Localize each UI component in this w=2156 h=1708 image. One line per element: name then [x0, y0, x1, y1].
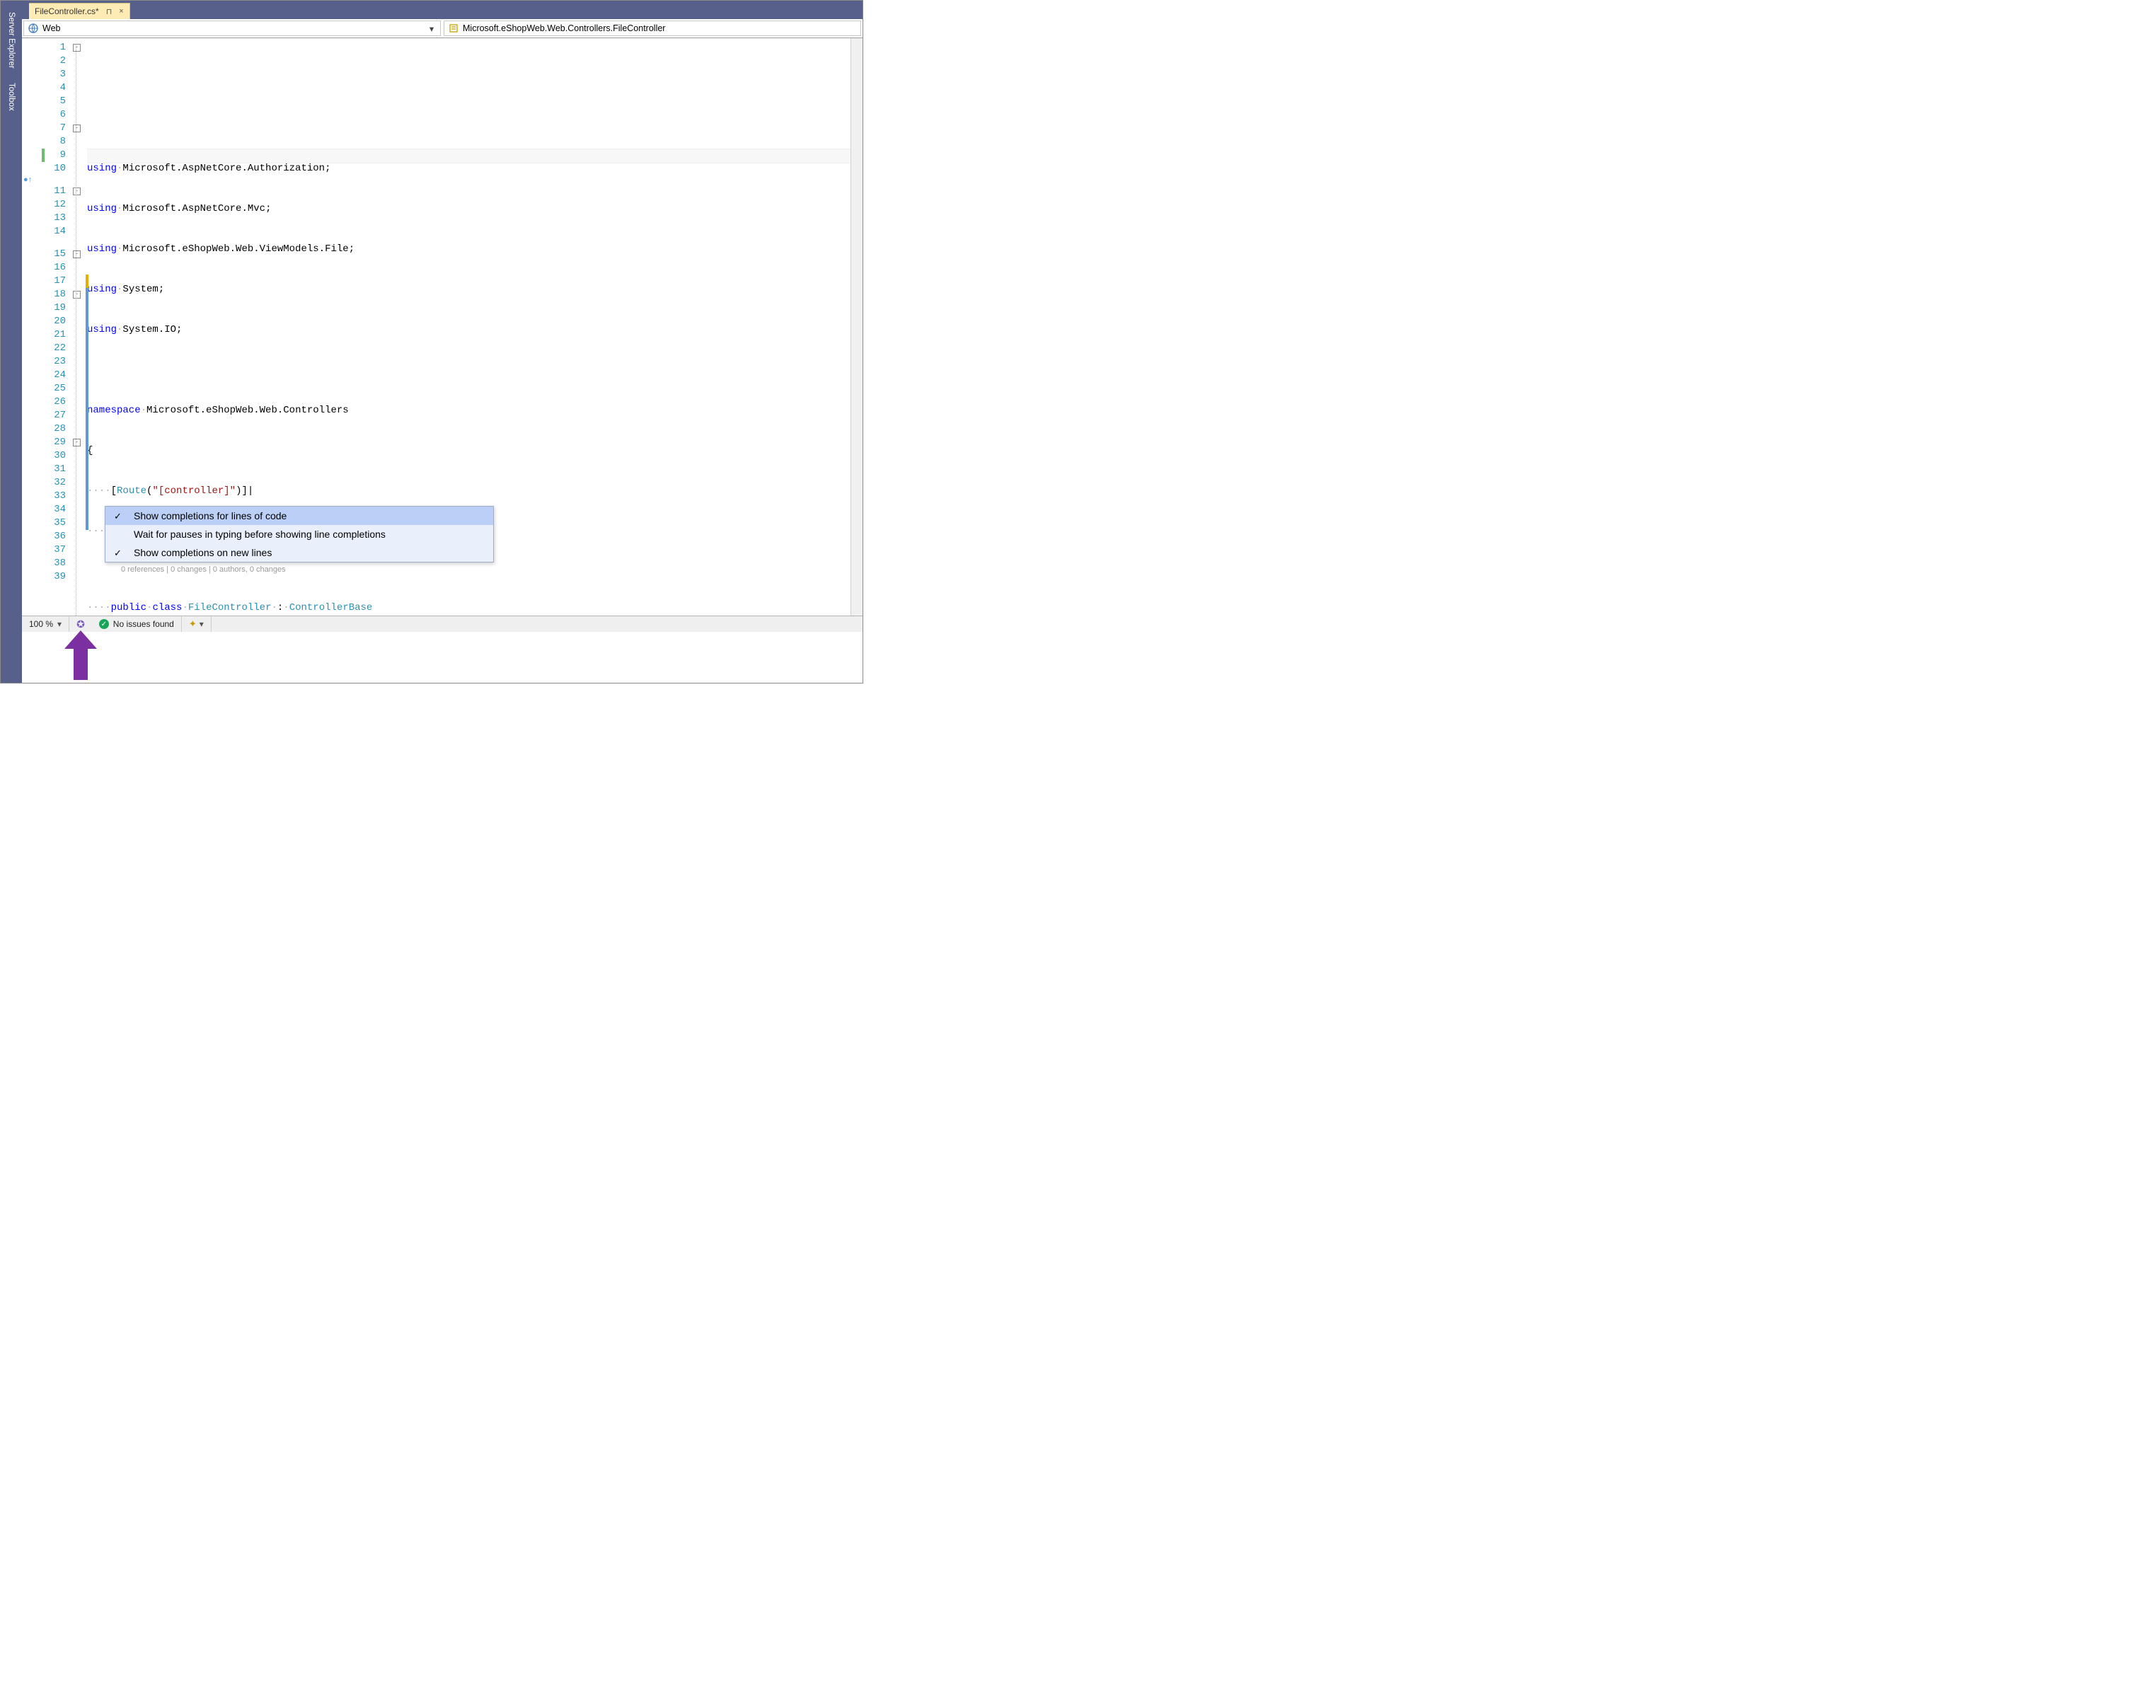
popup-label: Wait for pauses in typing before showing…: [134, 529, 386, 540]
popup-item-wait-pauses[interactable]: Wait for pauses in typing before showing…: [105, 525, 493, 543]
navigation-bar: Web ▾ Microsoft.eShopWeb.Web.Controllers…: [22, 19, 863, 38]
toolbox-tab[interactable]: Toolbox: [7, 83, 16, 111]
code-editor[interactable]: ●↑ 1234567891011121314151617181920212223…: [22, 38, 863, 616]
chevron-down-icon: ▾: [427, 23, 436, 34]
left-toolwindow-strip: Server Explorer Toolbox: [1, 1, 22, 683]
intellicode-button[interactable]: ✪: [69, 616, 92, 632]
check-icon: ✓: [114, 511, 122, 522]
outline-toggle[interactable]: -: [73, 439, 81, 446]
document-tab-filecontroller[interactable]: FileController.cs* ⊓ ×: [29, 3, 130, 19]
server-explorer-tab[interactable]: Server Explorer: [7, 12, 16, 69]
popup-item-show-completions[interactable]: ✓ Show completions for lines of code: [105, 507, 493, 525]
codelens[interactable]: 0 references | 0 changes | 0 authors, 0 …: [87, 565, 851, 575]
tab-filename: FileController.cs*: [35, 6, 99, 16]
code-cleanup-button[interactable]: ✦ ▾: [182, 616, 212, 632]
nav-member-text: Microsoft.eShopWeb.Web.Controllers.FileC…: [463, 23, 665, 33]
outline-toggle[interactable]: -: [73, 125, 81, 132]
error-status[interactable]: ✓ No issues found: [92, 616, 182, 632]
editor-status-bar: 100 % ▾ ✪ ✓ No issues found ✦ ▾: [22, 616, 863, 632]
chevron-down-icon: ▾: [57, 619, 62, 629]
reference-glyph[interactable]: ●↑: [23, 175, 32, 184]
pin-icon[interactable]: ⊓: [106, 7, 113, 16]
brain-icon: ✪: [76, 618, 85, 630]
nav-member-dropdown[interactable]: Microsoft.eShopWeb.Web.Controllers.FileC…: [444, 21, 861, 36]
issues-text: No issues found: [113, 619, 174, 629]
vertical-scrollbar[interactable]: [851, 38, 863, 616]
nav-project-text: Web: [42, 23, 60, 33]
zoom-dropdown[interactable]: 100 % ▾: [22, 616, 69, 632]
outline-toggle[interactable]: -: [73, 44, 81, 52]
chevron-down-icon: ▾: [200, 619, 204, 629]
callout-arrow: [64, 630, 97, 680]
close-icon[interactable]: ×: [119, 7, 123, 16]
popup-item-new-lines[interactable]: ✓ Show completions on new lines: [105, 543, 493, 562]
outline-toggle[interactable]: -: [73, 250, 81, 258]
method-icon: [449, 23, 459, 33]
popup-label: Show completions for lines of code: [134, 510, 287, 521]
line-number-gutter: 1234567891011121314151617181920212223242…: [36, 38, 71, 616]
document-tab-row: FileController.cs* ⊓ ×: [22, 1, 863, 19]
globe-icon: [28, 23, 38, 33]
popup-label: Show completions on new lines: [134, 547, 272, 558]
intellicode-popup: ✓ Show completions for lines of code Wai…: [105, 506, 494, 562]
nav-project-dropdown[interactable]: Web ▾: [23, 21, 441, 36]
outline-toggle[interactable]: -: [73, 291, 81, 299]
zoom-value: 100 %: [29, 619, 53, 629]
check-circle-icon: ✓: [99, 619, 109, 629]
outline-toggle[interactable]: -: [73, 187, 81, 195]
check-icon: ✓: [114, 548, 122, 559]
broom-icon: ✦: [189, 618, 197, 630]
